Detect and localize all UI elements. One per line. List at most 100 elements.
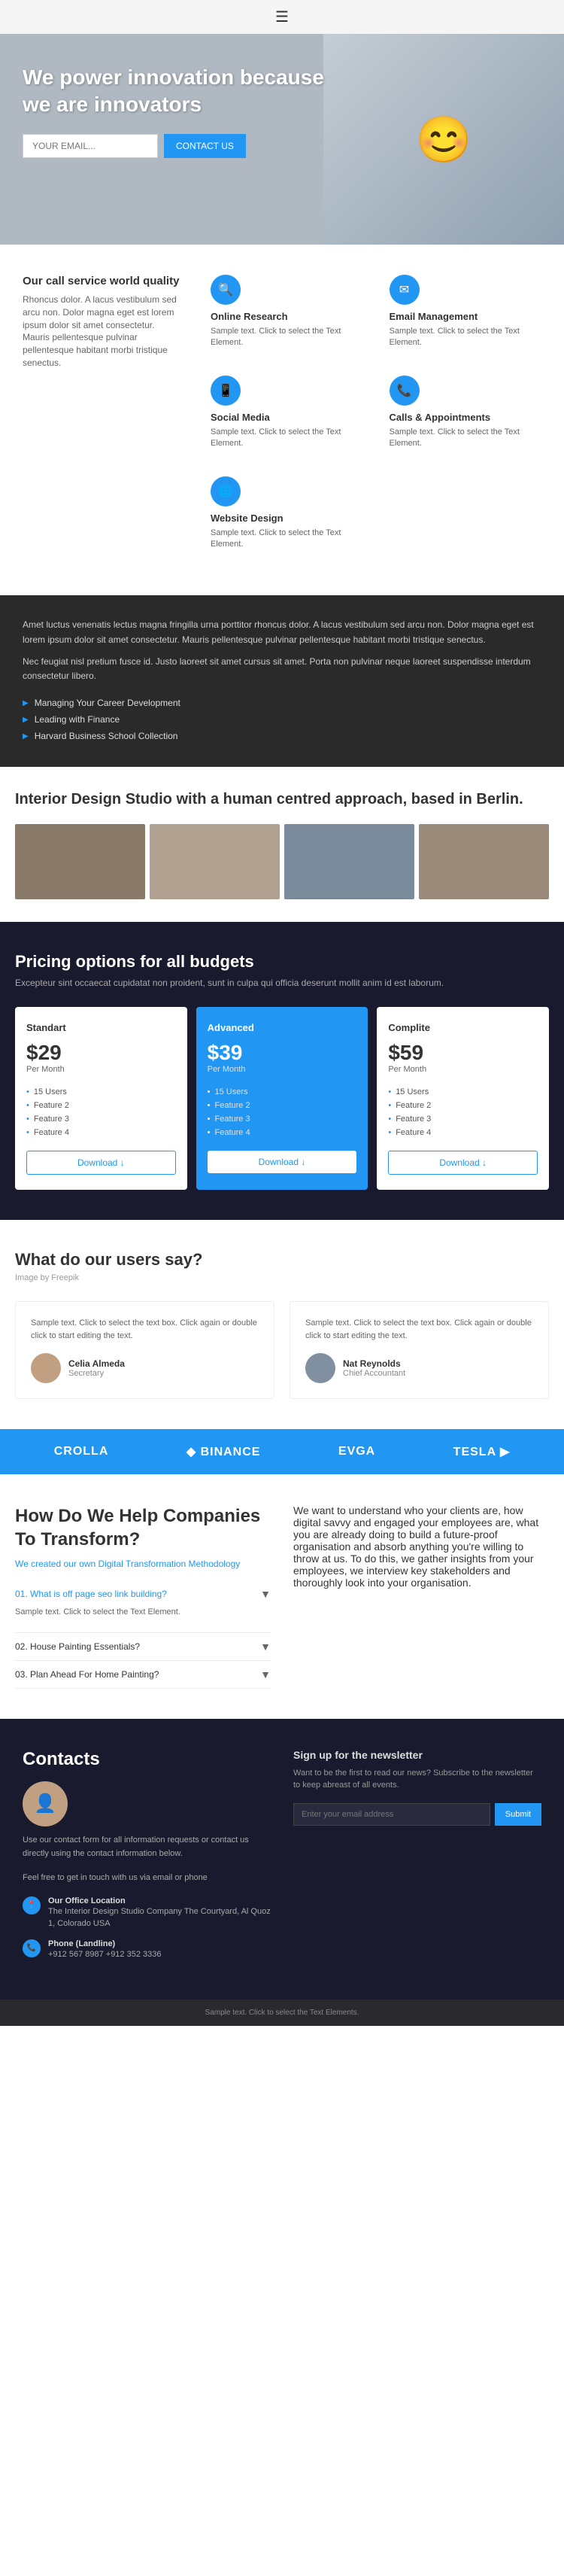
pricing-header: Pricing options for all budgets Excepteu… [15, 952, 549, 988]
service-text-4: Sample text. Click to select the Text El… [211, 528, 363, 551]
transform-left: How Do We Help Companies To Transform? W… [15, 1504, 271, 1689]
studio-image-1 [15, 824, 145, 899]
service-title-0: Online Research [211, 311, 363, 322]
author-info-0: Celia Almeda Secretary [68, 1358, 125, 1378]
feature-0-0: 15 Users [26, 1085, 176, 1099]
feature-1-2: Feature 3 [208, 1112, 357, 1126]
header: ☰ [0, 0, 564, 34]
service-title-3: Calls & Appointments [390, 412, 542, 423]
studio-image-2 [150, 824, 280, 899]
dark-list-item-1: Leading with Finance [23, 711, 541, 728]
hero-section: We power innovation because we are innov… [0, 34, 564, 245]
feature-1-1: Feature 2 [208, 1099, 357, 1112]
plan-features-2: 15 Users Feature 2 Feature 3 Feature 4 [388, 1085, 538, 1139]
feature-1-0: 15 Users [208, 1085, 357, 1099]
contact-us-button[interactable]: CONTACT US [164, 134, 246, 158]
location-icon: 📍 [23, 1896, 41, 1915]
services-section: Our call service world quality Rhoncus d… [0, 245, 564, 595]
newsletter-title: Sign up for the newsletter [293, 1749, 541, 1761]
accordion-header-0[interactable]: 01. What is off page seo link building? … [15, 1588, 271, 1600]
testimonial-card-1: Sample text. Click to select the text bo… [290, 1301, 549, 1399]
dark-section: Amet luctus venenatis lectus magna fring… [0, 595, 564, 767]
transform-right: We want to understand who your clients a… [293, 1504, 549, 1689]
feature-2-1: Feature 2 [388, 1099, 538, 1112]
newsletter-submit-button[interactable]: Submit [495, 1803, 541, 1826]
author-role-0: Secretary [68, 1369, 125, 1378]
accordion-header-1[interactable]: 02. House Painting Essentials? ▼ [15, 1641, 271, 1653]
menu-icon[interactable]: ☰ [275, 8, 289, 26]
download-advanced-button[interactable]: Download ↓ [208, 1151, 357, 1173]
service-item-4: 🌐 Website Design Sample text. Click to s… [203, 469, 371, 558]
contact-office: 📍 Our Office Location The Interior Desig… [23, 1896, 271, 1930]
phone-label: Phone (Landline) [48, 1939, 161, 1948]
download-complite-button[interactable]: Download ↓ [388, 1151, 538, 1175]
service-item-2: 📱 Social Media Sample text. Click to sel… [203, 368, 371, 458]
studio-gallery [15, 824, 549, 899]
pricing-title: Pricing options for all budgets [15, 952, 549, 972]
testimonial-text-0: Sample text. Click to select the text bo… [31, 1317, 259, 1342]
contacts-description: Use our contact form for all information… [23, 1834, 271, 1860]
pricing-grid: Standart $29 Per Month 15 Users Feature … [15, 1007, 549, 1190]
plan-name-1: Advanced [208, 1022, 357, 1033]
hero-title: We power innovation because we are innov… [23, 64, 338, 119]
plan-price-2: $59 [388, 1041, 538, 1065]
accordion-question-1: 02. House Painting Essentials? [15, 1641, 140, 1652]
accordion-item-1: 02. House Painting Essentials? ▼ [15, 1633, 271, 1661]
contacts-section: Contacts 👤 Use our contact form for all … [0, 1719, 564, 2000]
accordion-item-0: 01. What is off page seo link building? … [15, 1580, 271, 1633]
accordion-question-2: 03. Plan Ahead For Home Painting? [15, 1669, 159, 1680]
transform-right-text: We want to understand who your clients a… [293, 1504, 549, 1589]
plan-period-1: Per Month [208, 1065, 357, 1074]
testimonial-card-0: Sample text. Click to select the text bo… [15, 1301, 274, 1399]
service-title-2: Social Media [211, 412, 363, 423]
contact-phone: 📞 Phone (Landline) +912 567 8987 +912 35… [23, 1939, 271, 1961]
phone-info: Phone (Landline) +912 567 8987 +912 352 … [48, 1939, 161, 1961]
download-standart-button[interactable]: Download ↓ [26, 1151, 176, 1175]
service-main-title: Our call service world quality [23, 275, 180, 287]
service-item-1: ✉ Email Management Sample text. Click to… [382, 267, 550, 357]
contacts-email-note: Feel free to get in touch with us via em… [23, 1872, 271, 1885]
studio-image-3 [284, 824, 414, 899]
phone-icon: 📞 [23, 1939, 41, 1957]
accordion-question-0: 01. What is off page seo link building? [15, 1589, 167, 1599]
service-title-4: Website Design [211, 512, 363, 524]
plan-features-0: 15 Users Feature 2 Feature 3 Feature 4 [26, 1085, 176, 1139]
logo-tesla: TESLA ▶ [453, 1444, 511, 1459]
contacts-left: Contacts 👤 Use our contact form for all … [23, 1749, 271, 1969]
phone-value: +912 567 8987 +912 352 3336 [48, 1948, 161, 1961]
plan-name-0: Standart [26, 1022, 176, 1033]
email-management-icon: ✉ [390, 275, 420, 305]
accordion-header-2[interactable]: 03. Plan Ahead For Home Painting? ▼ [15, 1668, 271, 1680]
accordion-item-2: 03. Plan Ahead For Home Painting? ▼ [15, 1661, 271, 1689]
plan-period-2: Per Month [388, 1065, 538, 1074]
pricing-card-complite: Complite $59 Per Month 15 Users Feature … [377, 1007, 549, 1190]
online-research-icon: 🔍 [211, 275, 241, 305]
website-design-icon: 🌐 [211, 476, 241, 506]
dark-list-item-0: Managing Your Career Development [23, 695, 541, 711]
services-grid: 🔍 Online Research Sample text. Click to … [203, 267, 549, 558]
accordion-content-0: Sample text. Click to select the Text El… [15, 1600, 271, 1625]
plan-period-0: Per Month [26, 1065, 176, 1074]
service-text-1: Sample text. Click to select the Text El… [390, 326, 542, 349]
newsletter-section: Sign up for the newsletter Want to be th… [293, 1749, 541, 1969]
feature-0-3: Feature 4 [26, 1126, 176, 1139]
testimonial-author-1: Nat Reynolds Chief Accountant [305, 1353, 533, 1383]
author-name-0: Celia Almeda [68, 1358, 125, 1369]
feature-2-0: 15 Users [388, 1085, 538, 1099]
logo-evga: EVGA [338, 1445, 375, 1458]
author-role-1: Chief Accountant [343, 1369, 405, 1378]
feature-0-1: Feature 2 [26, 1099, 176, 1112]
avatar-0 [31, 1353, 61, 1383]
hero-form: CONTACT US [23, 134, 338, 158]
dark-list: Managing Your Career Development Leading… [23, 695, 541, 744]
feature-2-2: Feature 3 [388, 1112, 538, 1126]
hero-email-input[interactable] [23, 134, 158, 158]
accordion-arrow-1: ▼ [260, 1641, 271, 1653]
newsletter-email-input[interactable] [293, 1803, 490, 1826]
author-info-1: Nat Reynolds Chief Accountant [343, 1358, 405, 1378]
testimonials-credit: Image by Freepik [15, 1273, 549, 1282]
contact-avatar: 👤 [23, 1781, 68, 1826]
transform-subtitle: We created our own Digital Transformatio… [15, 1559, 271, 1569]
studio-image-4 [419, 824, 549, 899]
feature-2-3: Feature 4 [388, 1126, 538, 1139]
